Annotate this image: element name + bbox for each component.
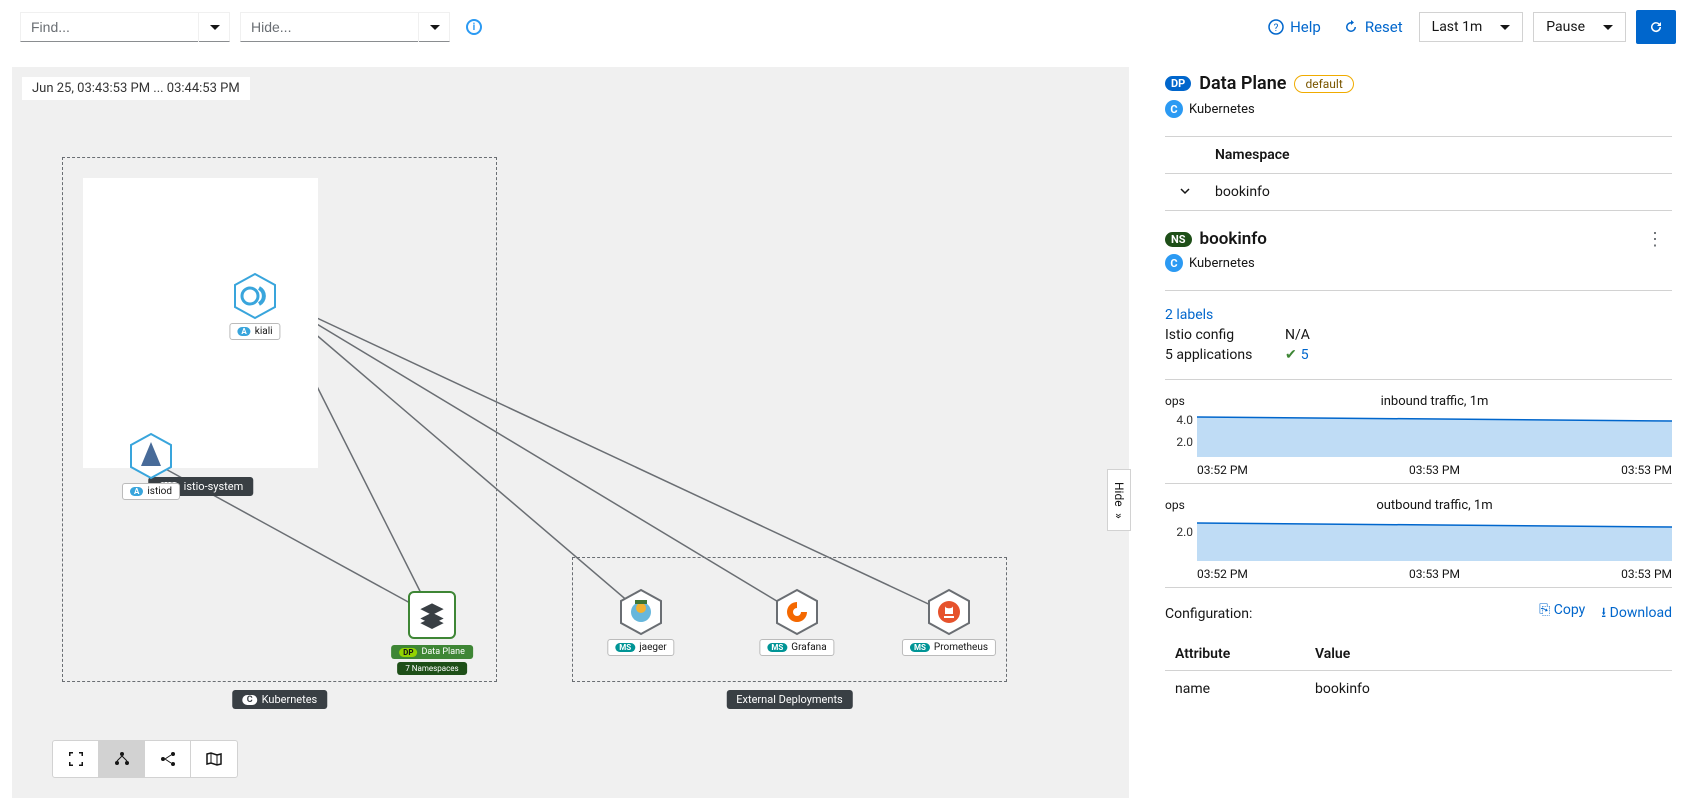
copy-icon: ⎘ bbox=[1539, 602, 1554, 618]
layers-icon bbox=[418, 601, 446, 629]
node-prometheus-label: MS Prometheus bbox=[902, 639, 996, 656]
chart-yaxis: 4.0 2.0 bbox=[1165, 413, 1197, 449]
hexagon-icon bbox=[617, 588, 665, 636]
chevron-down-icon bbox=[210, 25, 220, 30]
kebab-menu[interactable]: ⋮ bbox=[1646, 229, 1664, 250]
attr-table: Attribute Value name bookinfo bbox=[1165, 638, 1672, 707]
panel-title: Data Plane bbox=[1199, 73, 1286, 94]
download-button[interactable]: ⭳ Download bbox=[1601, 602, 1672, 626]
graph-layout-icon bbox=[114, 751, 130, 767]
hexagon-icon bbox=[231, 272, 279, 320]
layout-1-button[interactable] bbox=[99, 741, 145, 777]
help-button[interactable]: ? Help bbox=[1262, 18, 1327, 36]
hide-caret[interactable] bbox=[418, 12, 450, 42]
outbound-chart: ops outbound traffic, 1m 2.0 03:52 PM 03… bbox=[1165, 484, 1672, 588]
labels-link[interactable]: 2 labels bbox=[1165, 307, 1672, 323]
hide-dropdown bbox=[240, 12, 450, 42]
namespace-table-header: Namespace bbox=[1165, 136, 1672, 174]
side-panel: DP Data Plane default C Kubernetes Names… bbox=[1141, 55, 1696, 810]
info-icon[interactable]: i bbox=[466, 19, 482, 35]
node-dataplane-label: DPData Plane 7 Namespaces bbox=[391, 645, 473, 675]
graph-canvas[interactable]: Jun 25, 03:43:53 PM ... 03:44:53 PM C Ku… bbox=[12, 67, 1129, 798]
top-toolbar: i ? Help Reset Last 1m Pause bbox=[0, 0, 1696, 55]
namespace-detail: NS bookinfo C Kubernetes ⋮ bbox=[1165, 211, 1672, 291]
node-jaeger[interactable]: MS jaeger bbox=[620, 591, 662, 633]
fit-button[interactable] bbox=[53, 741, 99, 777]
node-istiod[interactable]: A istiod bbox=[130, 435, 172, 477]
panel-header: DP Data Plane default bbox=[1165, 73, 1672, 94]
chevron-down-icon bbox=[1165, 184, 1205, 200]
ns-name: bookinfo bbox=[1200, 229, 1267, 249]
node-kiali-label: A kiali bbox=[229, 323, 280, 340]
graph-layout2-icon bbox=[160, 751, 176, 767]
download-icon: ⭳ bbox=[1601, 605, 1609, 621]
node-jaeger-label: MS jaeger bbox=[607, 639, 674, 656]
inbound-chart-svg bbox=[1197, 413, 1672, 457]
cluster-kubernetes-label: C Kubernetes bbox=[232, 690, 328, 709]
node-kiali[interactable]: A kiali bbox=[234, 275, 276, 317]
check-icon: ✔ bbox=[1285, 347, 1297, 363]
inbound-chart: ops inbound traffic, 1m 4.0 2.0 03:52 PM… bbox=[1165, 380, 1672, 484]
copy-button[interactable]: ⎘ Copy bbox=[1539, 602, 1585, 626]
hide-panel-tab[interactable]: Hide » bbox=[1107, 469, 1131, 531]
panel-cluster-line: C Kubernetes bbox=[1165, 100, 1672, 118]
find-dropdown bbox=[20, 12, 230, 42]
ns-badge: NS bbox=[1165, 232, 1192, 247]
chart-yaxis: 2.0 bbox=[1165, 517, 1197, 539]
find-caret[interactable] bbox=[198, 12, 230, 42]
timestamp-label: Jun 25, 03:43:53 PM ... 03:44:53 PM bbox=[22, 77, 250, 100]
cluster-external-label: External Deployments bbox=[726, 690, 852, 709]
outbound-chart-svg bbox=[1197, 517, 1672, 561]
reset-icon bbox=[1343, 19, 1359, 35]
map-icon bbox=[206, 751, 222, 767]
chevron-down-icon bbox=[1500, 25, 1510, 30]
cluster-badge: C bbox=[242, 695, 258, 705]
node-prometheus[interactable]: MS Prometheus bbox=[928, 591, 970, 633]
namespace-column-header: Namespace bbox=[1205, 147, 1290, 163]
config-block: Configuration: ⎘ Copy ⭳ Download Attribu… bbox=[1165, 588, 1672, 707]
info-block: 2 labels Istio configN/A 5 applications✔… bbox=[1165, 291, 1672, 380]
namespace-row[interactable]: bookinfo bbox=[1165, 174, 1672, 211]
default-badge: default bbox=[1294, 75, 1353, 93]
cluster-badge: C bbox=[1165, 100, 1183, 118]
refresh-icon bbox=[1648, 19, 1664, 35]
dp-badge: DP bbox=[1165, 76, 1191, 91]
duration-select[interactable]: Last 1m bbox=[1419, 12, 1524, 42]
layout-3-button[interactable] bbox=[191, 741, 237, 777]
attr-row: name bookinfo bbox=[1165, 670, 1672, 707]
subgroup-istio-system: NS istio-system bbox=[83, 178, 318, 468]
hexagon-icon bbox=[925, 588, 973, 636]
pause-select[interactable]: Pause bbox=[1533, 12, 1626, 42]
config-title: Configuration: bbox=[1165, 606, 1252, 622]
main-area: Jun 25, 03:43:53 PM ... 03:44:53 PM C Ku… bbox=[0, 55, 1696, 810]
expand-icon bbox=[68, 751, 84, 767]
svg-text:?: ? bbox=[1274, 23, 1279, 34]
chart-xaxis: 03:52 PM 03:53 PM 03:53 PM bbox=[1165, 561, 1672, 581]
cluster-badge: C bbox=[1165, 254, 1183, 272]
refresh-button[interactable] bbox=[1636, 10, 1676, 44]
graph-toolbar bbox=[52, 740, 238, 778]
chart-xaxis: 03:52 PM 03:53 PM 03:53 PM bbox=[1165, 457, 1672, 477]
reset-button[interactable]: Reset bbox=[1337, 18, 1409, 36]
chevron-down-icon bbox=[430, 25, 440, 30]
question-circle-icon: ? bbox=[1268, 19, 1284, 35]
node-grafana-label: MS Grafana bbox=[759, 639, 834, 656]
node-grafana[interactable]: MS Grafana bbox=[776, 591, 818, 633]
hexagon-icon bbox=[773, 588, 821, 636]
chevron-down-icon bbox=[1603, 25, 1613, 30]
chevron-right-icon: » bbox=[1112, 513, 1126, 519]
node-dataplane[interactable]: DPData Plane 7 Namespaces bbox=[408, 591, 456, 639]
hexagon-icon bbox=[127, 432, 175, 480]
node-istiod-label: A istiod bbox=[122, 483, 180, 500]
apps-count-link[interactable]: ✔5 bbox=[1285, 347, 1309, 363]
layout-2-button[interactable] bbox=[145, 741, 191, 777]
